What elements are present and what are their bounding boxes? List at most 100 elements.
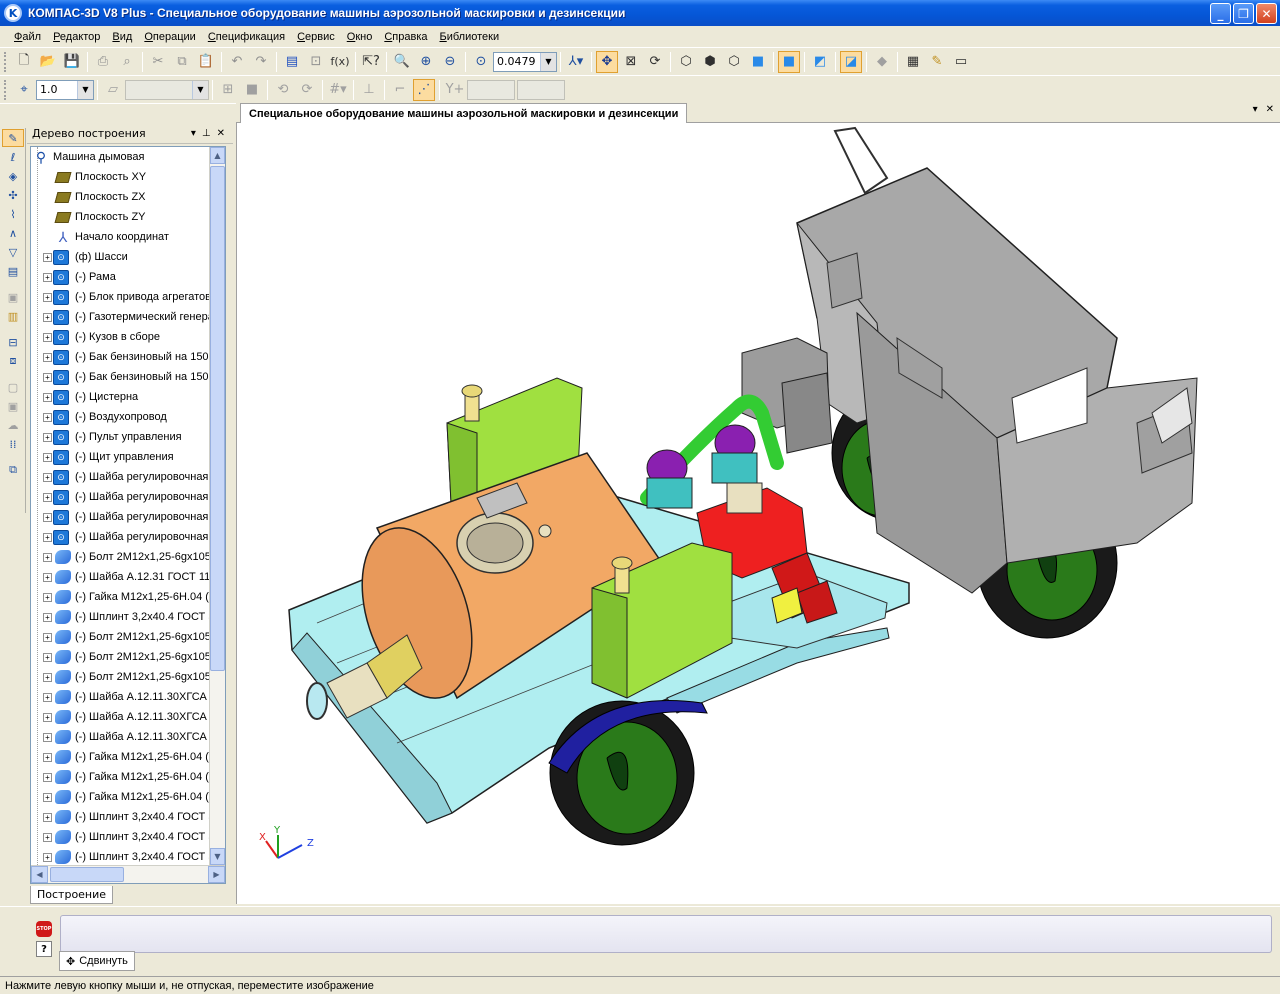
- variables-icon[interactable]: f(x): [329, 51, 351, 73]
- zoom-scale-combo[interactable]: 0.0479 ▼: [493, 51, 557, 72]
- layer-combo[interactable]: ▼: [125, 79, 209, 100]
- tree-item[interactable]: + (-) Гайка M12x1,25-6H.04 (: [31, 747, 211, 767]
- inactive-part-icon[interactable]: ◆: [871, 51, 893, 73]
- scroll-right-icon[interactable]: ▶: [208, 866, 225, 883]
- expand-icon[interactable]: +: [43, 292, 52, 302]
- model-viewport[interactable]: X Y Z: [236, 123, 1280, 904]
- scroll-thumb[interactable]: [50, 867, 124, 882]
- wireframe-icon[interactable]: ⬡: [675, 51, 697, 73]
- tree-item[interactable]: + (-) Болт 2M12x1,25-6gx105.: [31, 667, 211, 687]
- open-icon[interactable]: 📂: [37, 51, 59, 73]
- tree-item[interactable]: + ⊙ (-) Шайба регулировочная (: [31, 527, 211, 547]
- filter-icon[interactable]: ▽: [2, 243, 24, 261]
- pin-icon[interactable]: ⊥: [202, 128, 211, 139]
- tree-item[interactable]: + (-) Шайба А.12.11.30ХГСА Г: [31, 727, 211, 747]
- chevron-down-icon[interactable]: ▼: [77, 80, 93, 99]
- expand-icon[interactable]: +: [43, 472, 52, 482]
- pan-icon[interactable]: ✥: [596, 50, 618, 73]
- tree-item[interactable]: + (-) Шайба А.12.11.30ХГСА Г: [31, 687, 211, 707]
- tree-toggle-icon[interactable]: ⧉: [2, 461, 24, 479]
- tree-item[interactable]: + ⊙ (-) Рама: [31, 267, 211, 287]
- menu-view[interactable]: Вид: [106, 29, 138, 45]
- expand-icon[interactable]: +: [43, 712, 52, 722]
- step-combo[interactable]: 1.0 ▼: [36, 79, 94, 100]
- orientation-icon[interactable]: ⅄▾: [565, 51, 587, 73]
- expand-icon[interactable]: +: [43, 512, 52, 522]
- hidden-lines-thin-icon[interactable]: ⬡: [723, 51, 745, 73]
- tree-vertical-scrollbar[interactable]: ▲ ▼: [209, 147, 225, 865]
- tree-item[interactable]: + (-) Шплинт 3,2x40.4 ГОСТ 3: [31, 847, 211, 865]
- menu-service[interactable]: Сервис: [291, 29, 341, 45]
- print-icon[interactable]: ⎙: [92, 51, 114, 73]
- coord-y-field[interactable]: [517, 79, 565, 100]
- zoom-in-icon[interactable]: 🔍: [391, 51, 413, 73]
- properties-icon[interactable]: ⊡: [305, 51, 327, 73]
- tree-item[interactable]: + (-) Шайба А.12.11.30ХГСА Г: [31, 707, 211, 727]
- shaded-edges-icon[interactable]: ■: [778, 50, 800, 73]
- menu-file[interactable]: Файл: [8, 29, 47, 45]
- section-view-icon[interactable]: ◪: [840, 50, 862, 73]
- tree-item[interactable]: + (-) Болт 2M12x1,25-6gx105.: [31, 627, 211, 647]
- panel-close-icon[interactable]: ✕: [217, 128, 225, 139]
- shaded-icon[interactable]: ■: [747, 51, 769, 73]
- rotate-icon[interactable]: ⟳: [644, 51, 666, 73]
- measure-icon[interactable]: ▣: [2, 288, 24, 306]
- coordinates-icon[interactable]: Y+: [444, 79, 466, 101]
- tree-item[interactable]: + ⊙ (-) Шайба регулировочная (: [31, 487, 211, 507]
- menu-editor[interactable]: Редактор: [47, 29, 106, 45]
- curves-icon[interactable]: ℓ: [2, 148, 24, 166]
- tree-item[interactable]: + ⊙ (-) Шайба регулировочная (: [31, 507, 211, 527]
- scroll-thumb[interactable]: [210, 166, 225, 671]
- manager-icon[interactable]: ▤: [281, 51, 303, 73]
- redo-icon[interactable]: ↷: [250, 51, 272, 73]
- specification-icon[interactable]: ▤: [2, 262, 24, 280]
- expand-icon[interactable]: +: [43, 392, 52, 402]
- expand-icon[interactable]: +: [43, 432, 52, 442]
- tree-item[interactable]: + (-) Болт 2M12x1,25-6gx105.: [31, 547, 211, 567]
- expand-icon[interactable]: +: [43, 672, 52, 682]
- expand-icon[interactable]: +: [43, 352, 52, 362]
- tree-item[interactable]: + (-) Шплинт 3,2x40.4 ГОСТ 3: [31, 607, 211, 627]
- expand-icon[interactable]: +: [43, 332, 52, 342]
- dimensions-icon[interactable]: ∧: [2, 224, 24, 242]
- tree-item[interactable]: ⅄ Начало координат: [31, 227, 211, 247]
- box-icon[interactable]: ▢: [2, 378, 24, 396]
- menu-help[interactable]: Справка: [378, 29, 433, 45]
- context-help-icon[interactable]: ⇱?: [360, 51, 382, 73]
- expand-icon[interactable]: +: [43, 412, 52, 422]
- tree-item[interactable]: + ⊙ (-) Шайба регулировочная (: [31, 467, 211, 487]
- paste-icon[interactable]: 📋: [195, 51, 217, 73]
- copy-icon[interactable]: ⧉: [171, 51, 193, 73]
- zoom-out-icon[interactable]: ⊖: [439, 51, 461, 73]
- expand-icon[interactable]: +: [43, 592, 52, 602]
- expand-icon[interactable]: +: [43, 692, 52, 702]
- tree-item[interactable]: + (-) Гайка M12x1,25-6H.04 (: [31, 787, 211, 807]
- cursor-step-icon[interactable]: ⌖: [13, 79, 35, 101]
- tree-item[interactable]: + ⊙ (-) Цистерна: [31, 387, 211, 407]
- snap-settings-icon[interactable]: ⟳: [296, 79, 318, 101]
- scroll-up-icon[interactable]: ▲: [210, 147, 225, 164]
- tree-item[interactable]: + ⊙ (-) Воздухопровод: [31, 407, 211, 427]
- tree-item[interactable]: + (-) Гайка M12x1,25-6H.04 (: [31, 767, 211, 787]
- expand-icon[interactable]: +: [43, 732, 52, 742]
- calc-icon[interactable]: ▦: [902, 51, 924, 73]
- menu-operations[interactable]: Операции: [138, 29, 201, 45]
- tree-item[interactable]: + ⊙ (-) Кузов в сборе: [31, 327, 211, 347]
- expand-icon[interactable]: +: [43, 812, 52, 822]
- tree-item[interactable]: Плоскость ZX: [31, 187, 211, 207]
- scroll-down-icon[interactable]: ▼: [210, 848, 225, 865]
- expand-icon[interactable]: +: [43, 552, 52, 562]
- help-icon[interactable]: ?: [36, 941, 52, 957]
- expand-icon[interactable]: +: [43, 572, 52, 582]
- menu-window[interactable]: Окно: [341, 29, 379, 45]
- tab-close-icon[interactable]: ✕: [1266, 104, 1274, 115]
- coord-x-field[interactable]: [467, 79, 515, 100]
- bindings-icon[interactable]: ⋰: [413, 78, 435, 101]
- save-icon[interactable]: 💾: [61, 51, 83, 73]
- snap-icon[interactable]: ⟲: [272, 79, 294, 101]
- arrays-icon[interactable]: ✣: [2, 186, 24, 204]
- expand-icon[interactable]: +: [43, 272, 52, 282]
- print-preview-icon[interactable]: ⌕: [116, 51, 138, 73]
- tree-item[interactable]: + ⊙ (-) Пульт управления: [31, 427, 211, 447]
- tree-item[interactable]: + (-) Шплинт 3,2x40.4 ГОСТ 3: [31, 827, 211, 847]
